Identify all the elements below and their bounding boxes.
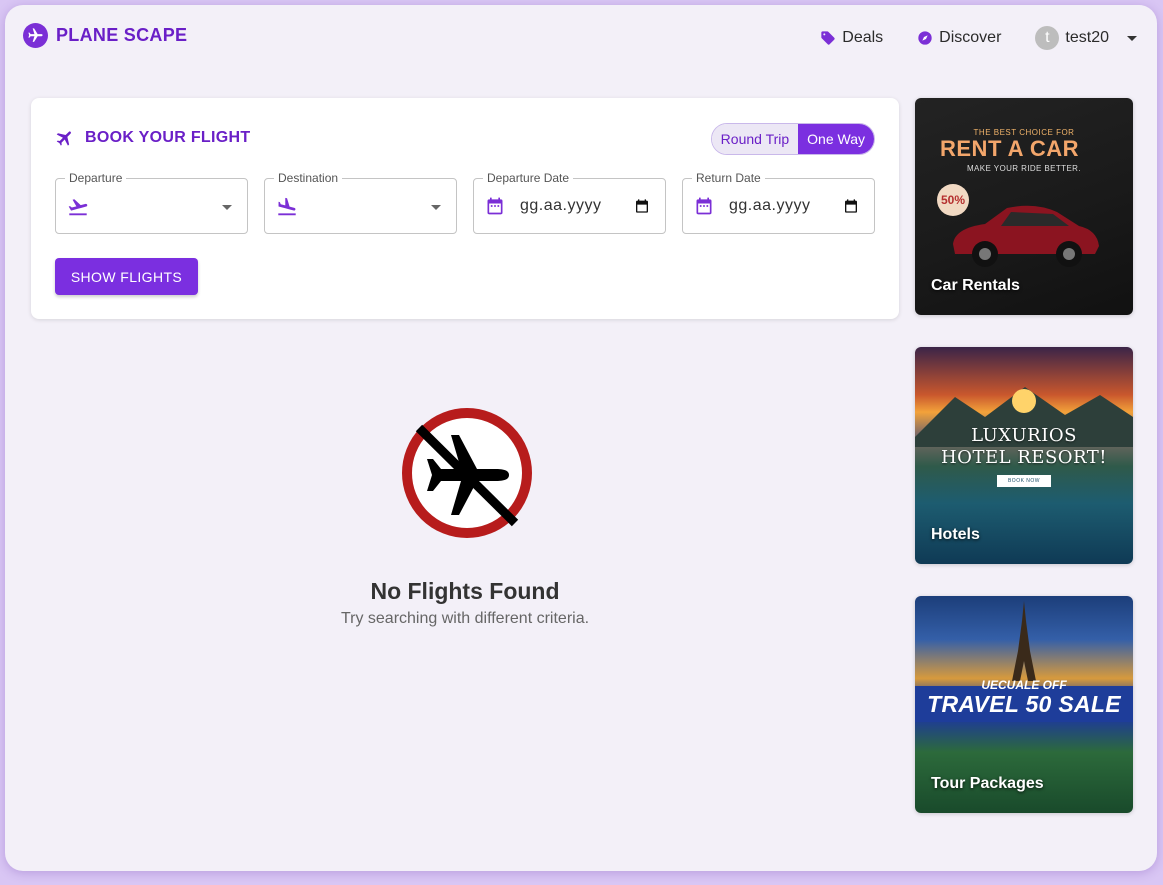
nav-discover-label: Discover	[939, 29, 1002, 46]
flight-takeoff-icon	[68, 199, 88, 216]
flight-land-icon	[278, 197, 296, 216]
show-flights-button[interactable]: SHOW FLIGHTS	[55, 258, 198, 295]
calendar-icon	[487, 197, 503, 215]
return-date-input[interactable]: Return Date gg.aa.yyyy	[682, 171, 875, 234]
no-flights-icon	[402, 408, 532, 538]
car-promo-tagline: MAKE YOUR RIDE BETTER.	[966, 164, 1081, 173]
booking-title: BOOK YOUR FLIGHT	[55, 128, 250, 148]
trip-type-toggle: Round Trip One Way	[710, 123, 875, 155]
car-image	[953, 205, 1099, 267]
eiffel-tower-image	[1012, 601, 1036, 681]
return-date-value: gg.aa.yyyy	[729, 197, 811, 214]
plane-icon	[56, 131, 71, 146]
destination-select[interactable]: Destination	[264, 171, 457, 234]
chevron-down-icon	[1127, 35, 1137, 41]
departure-date-value: gg.aa.yyyy	[520, 197, 602, 214]
empty-state-title: No Flights Found	[370, 578, 560, 604]
departure-date-label: Departure Date	[483, 171, 574, 185]
compass-icon	[918, 31, 932, 45]
destination-dropdown-icon	[431, 205, 441, 210]
app-window: PLANE SCAPE Deals Discover t test20 BOOK…	[5, 5, 1157, 871]
hotel-promo-line1: LUXURIOS	[971, 425, 1077, 446]
hotel-book-now: BOOK NOW	[997, 475, 1051, 487]
tour-promo-line2: TRAVEL 50 SALE	[927, 691, 1121, 717]
date-picker-icon[interactable]	[843, 198, 859, 214]
tour-promo-line1: UECUALE OFF	[981, 678, 1067, 692]
booking-card: BOOK YOUR FLIGHT Round Trip One Way Depa…	[31, 98, 899, 319]
return-date-label: Return Date	[692, 171, 765, 185]
tag-icon	[821, 31, 835, 45]
promo-hotels-label: Hotels	[931, 526, 980, 543]
departure-date-input[interactable]: Departure Date gg.aa.yyyy	[473, 171, 666, 234]
promo-car-rentals[interactable]: THE BEST CHOICE FOR RENT A CAR MAKE YOUR…	[915, 98, 1133, 315]
booking-title-text: BOOK YOUR FLIGHT	[85, 129, 251, 146]
nav-deals[interactable]: Deals	[820, 29, 883, 47]
avatar: t	[1035, 26, 1060, 50]
promo-hotels[interactable]: LUXURIOS HOTEL RESORT! BOOK NOW Hotels	[915, 347, 1133, 564]
promo-tour-label: Tour Packages	[931, 775, 1044, 792]
plane-logo-icon	[23, 23, 48, 48]
calendar-icon	[696, 197, 712, 215]
empty-state-subtitle: Try searching with different criteria.	[340, 610, 590, 627]
departure-dropdown-icon	[222, 205, 232, 210]
date-picker-icon[interactable]	[634, 198, 650, 214]
departure-select[interactable]: Departure	[55, 171, 248, 234]
brand-logo[interactable]: PLANE SCAPE	[23, 23, 187, 48]
promo-car-label: Car Rentals	[931, 277, 1020, 294]
brand-name: PLANE SCAPE	[56, 25, 188, 45]
promo-tour-packages[interactable]: UECUALE OFF TRAVEL 50 SALE Tour Packages	[915, 596, 1133, 813]
hotel-promo-line2: HOTEL RESORT!	[940, 447, 1108, 468]
round-trip-toggle[interactable]: Round Trip	[711, 124, 799, 154]
nav-deals-label: Deals	[842, 29, 884, 46]
user-name: test20	[1065, 29, 1109, 46]
one-way-toggle[interactable]: One Way	[798, 124, 874, 154]
nav-discover[interactable]: Discover	[917, 29, 1001, 47]
departure-label: Departure	[65, 171, 127, 185]
user-menu[interactable]: t test20	[1035, 26, 1137, 50]
top-nav: Deals Discover t test20	[786, 26, 1137, 50]
destination-label: Destination	[274, 171, 343, 185]
car-promo-headline: RENT A CAR	[940, 136, 1080, 161]
